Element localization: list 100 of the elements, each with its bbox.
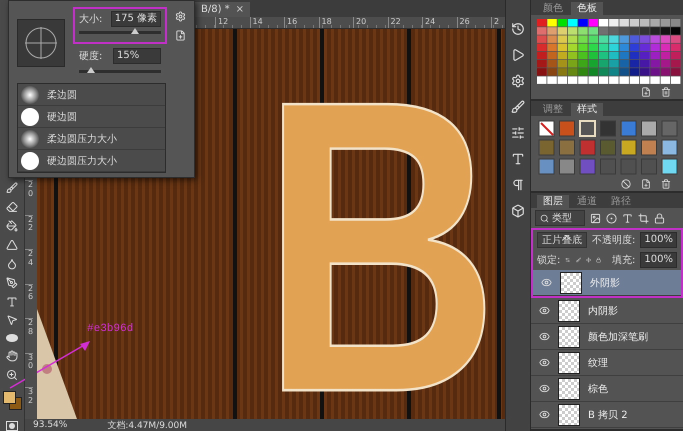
fill-field[interactable]: 100%	[640, 252, 677, 268]
fill-label: 填充:	[612, 254, 636, 267]
image-filter-icon[interactable]	[590, 212, 601, 224]
eye-icon[interactable]	[539, 357, 550, 368]
preset-name: 柔边圆	[47, 88, 77, 102]
play-icon[interactable]	[511, 48, 525, 62]
panel-tab[interactable]: 通道	[571, 195, 603, 208]
brush-preset[interactable]: 硬边圆	[18, 106, 165, 128]
brush-icon[interactable]	[6, 182, 18, 194]
new-style-icon[interactable]	[641, 179, 651, 189]
hardness-field[interactable]: 15%	[113, 48, 161, 64]
preset-name: 硬边圆压力大小	[47, 154, 117, 168]
lock-label: 锁定:	[537, 254, 560, 267]
layer-name: 外阴影	[590, 276, 620, 290]
size-field[interactable]: 175 像素	[110, 11, 161, 27]
brush-icon[interactable]	[511, 100, 525, 114]
panel-tab[interactable]: 调整	[537, 103, 569, 116]
new-swatch-icon[interactable]	[641, 87, 651, 97]
type-icon[interactable]	[511, 152, 525, 166]
ruler-label: 24	[422, 17, 456, 28]
panel-tab[interactable]: 样式	[571, 103, 603, 116]
pointer-icon[interactable]	[6, 314, 18, 326]
ellipse-icon[interactable]	[5, 333, 19, 344]
layer-name: 棕色	[588, 382, 608, 396]
layer-row[interactable]: 内阴影	[531, 298, 683, 324]
sliders-icon[interactable]	[511, 126, 525, 140]
zoom-level: 93.54%	[33, 420, 68, 430]
size-label: 大小:	[79, 12, 102, 26]
eye-icon[interactable]	[539, 409, 550, 420]
eraser-icon[interactable]	[6, 200, 18, 213]
new-preset-icon[interactable]	[175, 30, 186, 41]
document-title: B/8) *	[201, 4, 230, 15]
history-icon[interactable]	[511, 22, 525, 36]
quick-mask-icon[interactable]	[6, 421, 18, 431]
search-icon	[540, 214, 549, 222]
shape-filter-icon[interactable]	[638, 212, 649, 224]
eye-icon[interactable]	[539, 331, 550, 342]
type-icon[interactable]	[6, 296, 18, 308]
layer-name: 纹理	[588, 356, 608, 370]
layer-row[interactable]: 颜色加深笔刷	[531, 324, 683, 350]
layer-name: 内阴影	[588, 304, 618, 318]
trash-icon[interactable]	[661, 87, 671, 97]
brush-tip-icon	[21, 152, 39, 170]
eye-icon[interactable]	[539, 383, 550, 394]
lock-move-icon[interactable]	[586, 255, 591, 265]
settings-icon[interactable]	[175, 11, 186, 22]
close-icon[interactable]: ×	[236, 4, 244, 15]
layer-row[interactable]: B 拷贝 2	[531, 402, 683, 428]
hardness-label: 硬度:	[79, 50, 102, 63]
brush-preset[interactable]: 柔边圆压力大小	[18, 128, 165, 150]
color-swatches-drawing[interactable]	[537, 19, 681, 85]
ruler-label: 12	[215, 17, 250, 28]
smart-object-filter-icon[interactable]	[654, 212, 665, 224]
hand-icon[interactable]	[6, 350, 18, 362]
droplet-icon[interactable]	[6, 258, 18, 270]
pen-icon[interactable]	[6, 276, 18, 289]
document-tab[interactable]: B/8) * ×	[195, 2, 250, 17]
lock-brush-icon[interactable]	[576, 255, 581, 265]
slider-thumb[interactable]	[130, 28, 139, 34]
layer-name: B 拷贝 2	[588, 408, 628, 422]
brush-tip-icon	[21, 108, 39, 126]
brush-preset[interactable]: 硬边圆压力大小	[18, 150, 165, 172]
trash-icon[interactable]	[661, 179, 671, 189]
opacity-field[interactable]: 100%	[640, 232, 677, 248]
type-filter-icon[interactable]	[622, 212, 633, 224]
cube-icon[interactable]	[511, 204, 525, 218]
layer-thumbnail	[558, 352, 580, 374]
paragraph-icon[interactable]	[511, 178, 525, 192]
filter-dropdown[interactable]: 类型	[535, 210, 585, 226]
layer-thumbnail	[558, 378, 580, 400]
layer-row[interactable]: 棕色	[531, 376, 683, 402]
zoom-icon[interactable]	[6, 369, 18, 382]
triangle-icon[interactable]	[6, 238, 18, 251]
ruler-label: 26	[456, 17, 491, 28]
crosshair-circle-icon	[23, 25, 59, 61]
layer-thumbnail	[558, 404, 580, 426]
brush-tip-icon	[21, 86, 39, 104]
preset-name: 硬边圆	[47, 110, 77, 124]
hardness-slider[interactable]	[79, 70, 161, 73]
slider-thumb[interactable]	[87, 67, 96, 73]
color-annotation: #e3b96d	[87, 323, 134, 335]
clear-style-icon[interactable]	[621, 179, 631, 189]
brush-preset[interactable]: 柔边圆	[18, 84, 165, 106]
panel-tab[interactable]: 图层	[537, 195, 569, 208]
adjustment-filter-icon[interactable]	[606, 212, 617, 224]
brush-tip-icon	[21, 130, 39, 148]
eye-icon[interactable]	[539, 305, 550, 316]
ruler-label: 20	[353, 17, 388, 28]
settings-icon[interactable]	[511, 74, 525, 88]
lock-all-icon[interactable]	[596, 255, 601, 265]
eye-icon[interactable]	[541, 277, 552, 288]
layer-row[interactable]: 外阴影	[533, 270, 681, 296]
panel-tab[interactable]: 色板	[571, 2, 603, 15]
paint-bucket-icon[interactable]	[6, 220, 18, 232]
layer-thumbnail	[558, 300, 580, 322]
size-slider[interactable]	[79, 31, 161, 34]
layer-row[interactable]: 纹理	[531, 350, 683, 376]
blend-mode-dropdown[interactable]: 正片叠底	[537, 232, 588, 248]
panel-tab[interactable]: 路径	[605, 195, 637, 208]
panel-tab[interactable]: 颜色	[537, 2, 569, 15]
